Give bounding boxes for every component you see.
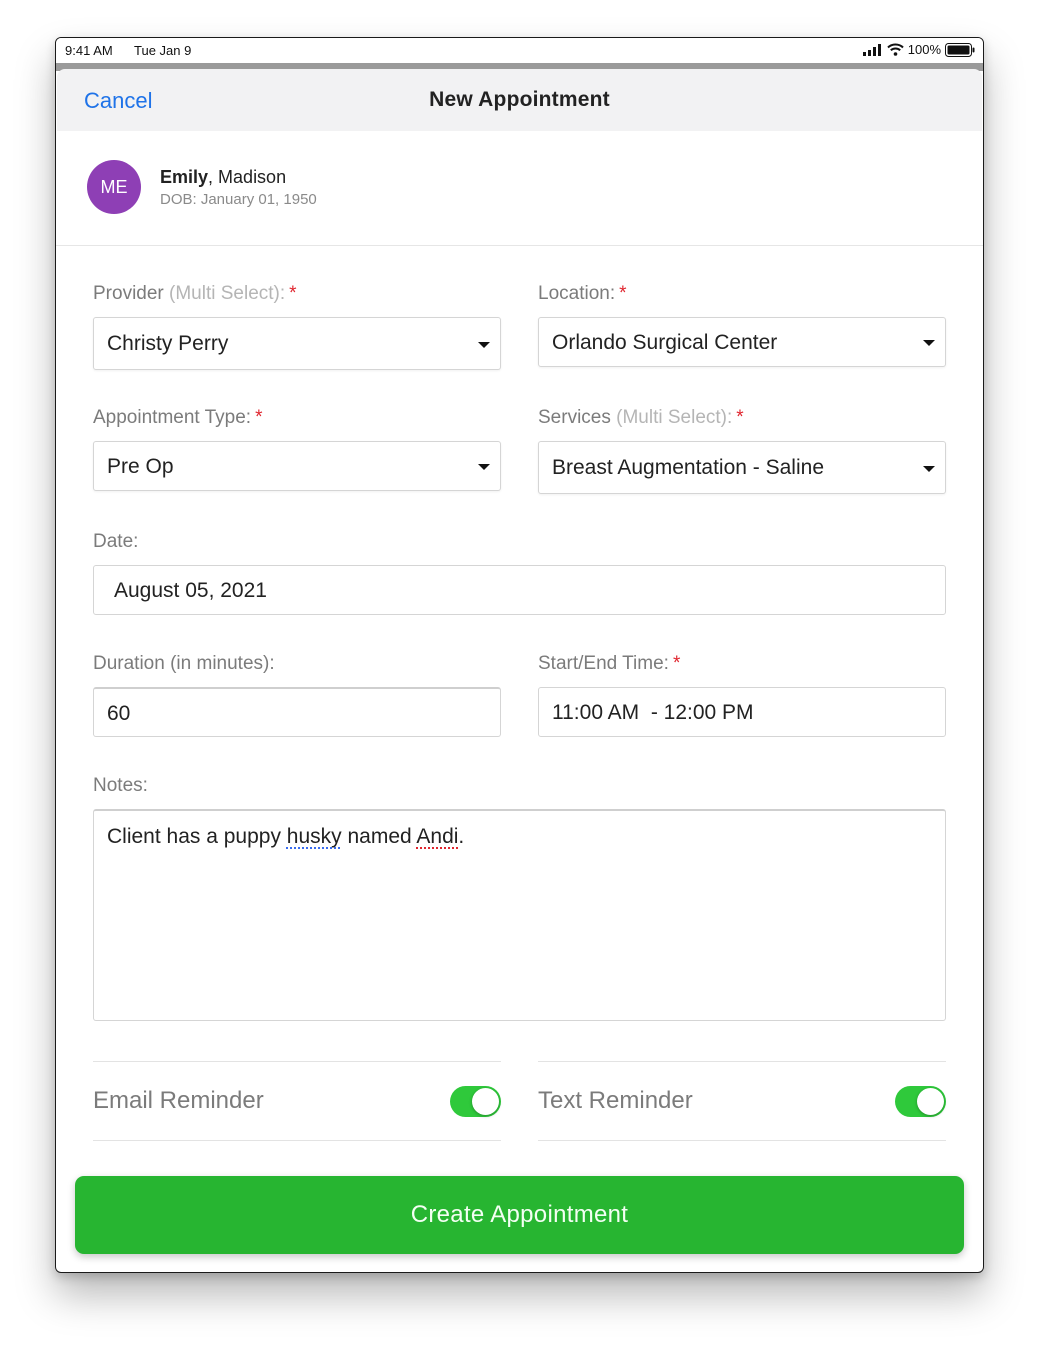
wifi-icon: [887, 43, 904, 56]
create-appointment-button[interactable]: Create Appointment: [75, 1176, 964, 1254]
divider: [93, 1061, 501, 1062]
chevron-down-icon: [478, 342, 490, 348]
status-indicators: 100%: [862, 42, 975, 57]
appointment-type-select[interactable]: Pre Op: [93, 441, 501, 491]
toggle-knob: [472, 1088, 499, 1115]
duration-input-value: 60: [107, 702, 131, 725]
patient-last-name: Madison: [218, 167, 287, 187]
divider: [93, 1140, 501, 1141]
services-select-value: Breast Augmentation - Saline: [552, 456, 824, 479]
notes-text: Client has a puppy husky named Andi.: [107, 825, 464, 849]
date-field-value: August 05, 2021: [114, 579, 267, 602]
notes-text-part: .: [458, 825, 465, 848]
avatar: ME: [87, 160, 141, 214]
provider-label-text: Provider: [93, 283, 164, 304]
appointment-type-required-marker: *: [255, 407, 263, 428]
start-end-time-required-marker: *: [672, 653, 681, 674]
location-label: Location: *: [538, 283, 627, 305]
start-end-time-value: 11:00 AM - 12:00 PM: [552, 701, 754, 724]
text-reminder-toggle[interactable]: [895, 1086, 946, 1117]
appointment-type-label: Appointment Type: *: [93, 407, 263, 429]
chevron-down-icon: [923, 466, 935, 472]
notes-text-part: named: [341, 825, 417, 848]
battery-icon: [945, 42, 975, 57]
navigation-bar: Cancel New Appointment: [57, 69, 982, 131]
location-required-marker: *: [619, 283, 627, 304]
appointment-type-select-value: Pre Op: [107, 455, 174, 478]
provider-required-marker: *: [289, 283, 297, 304]
date-label: Date:: [93, 531, 139, 552]
cellular-signal-icon: [862, 43, 881, 56]
toggle-knob: [917, 1088, 944, 1115]
location-select-value: Orlando Surgical Center: [552, 331, 778, 354]
notes-text-part: Client has a puppy: [107, 825, 287, 848]
start-end-time-label-text: Start/End Time:: [538, 653, 669, 674]
provider-multi-select-hint: (Multi Select):: [169, 283, 286, 304]
ipad-frame: 9:41 AM Tue Jan 9 100% Cancel New Appoin…: [55, 37, 984, 1273]
chevron-down-icon: [923, 340, 935, 346]
notes-textarea[interactable]: Client has a puppy husky named Andi.: [93, 809, 946, 1021]
appointment-type-label-text: Appointment Type:: [93, 407, 252, 428]
email-reminder-label: Email Reminder: [93, 1087, 264, 1114]
patient-dob: DOB: January 01, 1950: [160, 191, 317, 208]
notes-text-part-misspelled: Andi: [416, 825, 459, 848]
status-bar: 9:41 AM Tue Jan 9 100%: [56, 38, 983, 64]
email-reminder-toggle[interactable]: [450, 1086, 501, 1117]
location-select[interactable]: Orlando Surgical Center: [538, 317, 946, 367]
services-multi-select-hint: (Multi Select):: [616, 407, 733, 428]
services-label: Services (Multi Select): *: [538, 407, 744, 429]
start-end-time-label: Start/End Time: *: [538, 653, 680, 675]
services-required-marker: *: [736, 407, 744, 428]
divider: [538, 1061, 946, 1062]
patient-name: Emily, Madison: [160, 167, 287, 187]
battery-percent: 100%: [907, 42, 941, 57]
start-end-time-field[interactable]: 11:00 AM - 12:00 PM: [538, 687, 946, 737]
divider: [538, 1140, 946, 1141]
provider-select[interactable]: Christy Perry: [93, 317, 501, 370]
chevron-down-icon: [478, 464, 490, 470]
date-field[interactable]: August 05, 2021: [93, 565, 946, 615]
provider-select-value: Christy Perry: [107, 332, 229, 355]
status-date: Tue Jan 9: [134, 43, 192, 58]
text-reminder-label: Text Reminder: [538, 1087, 693, 1114]
services-select[interactable]: Breast Augmentation - Saline: [538, 441, 946, 494]
patient-first-name: Emily: [160, 167, 209, 187]
provider-label: Provider (Multi Select): *: [93, 283, 297, 305]
notes-text-part-flagged: husky: [286, 825, 342, 848]
duration-input[interactable]: 60: [93, 687, 501, 737]
services-label-text: Services: [538, 407, 611, 428]
notes-label: Notes:: [93, 775, 148, 796]
patient-header: ME Emily, Madison DOB: January 01, 1950: [56, 131, 983, 246]
page-title: New Appointment: [429, 88, 610, 111]
location-label-text: Location:: [538, 283, 616, 304]
status-time: 9:41 AM: [65, 43, 113, 58]
duration-label: Duration (in minutes):: [93, 653, 275, 674]
bottom-bar-background: [56, 1146, 983, 1176]
